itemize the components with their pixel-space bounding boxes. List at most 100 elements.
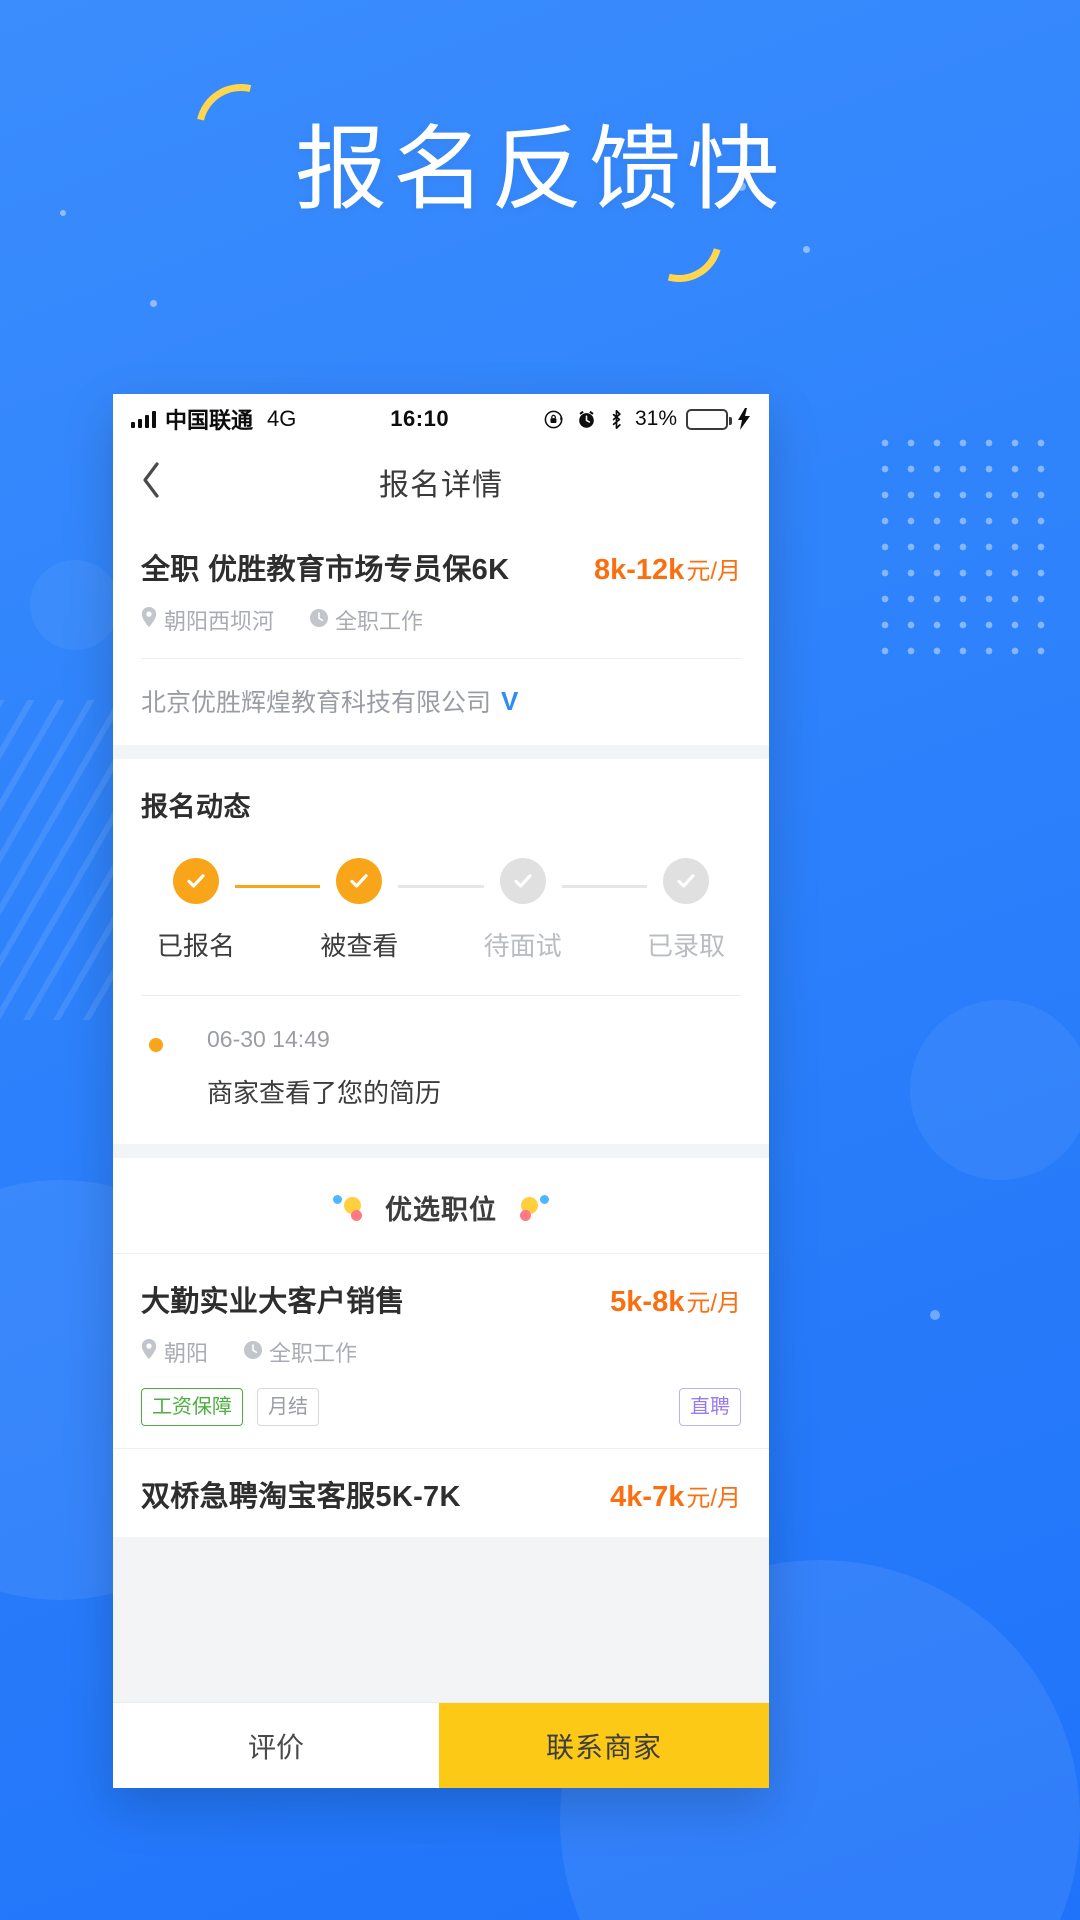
list-item[interactable]: 大勤实业大客户销售 5k-8k元/月 朝阳 全职工作 工资保障 月结 直聘	[113, 1253, 769, 1448]
job-meta: 朝阳西坝河 全职工作	[141, 604, 741, 636]
recommended-jobs-card: 优选职位 大勤实业大客户销售 5k-8k元/月 朝阳 全职工作 工资保障 月结 …	[113, 1158, 769, 1537]
carrier-label: 中国联通	[165, 408, 254, 433]
stepper-nodes: 已报名 被查看 待面试 已录取	[157, 858, 725, 963]
bluetooth-icon	[607, 408, 626, 431]
recommended-header: 优选职位	[113, 1158, 769, 1253]
timeline-timestamp: 06-30 14:49	[207, 1026, 330, 1052]
clock-icon	[244, 1339, 263, 1365]
job-salary-value: 5k-8k	[610, 1286, 685, 1318]
job-salary: 5k-8k元/月	[610, 1283, 741, 1319]
clock-icon	[310, 607, 329, 633]
stepper-step-1: 已报名	[157, 858, 235, 963]
status-bar-right: 31%	[543, 407, 751, 431]
application-progress-card: 报名动态 已报名 被查看 待面试 已录取 06-30 14:49 商家查看了您的…	[113, 759, 769, 1144]
step-check-icon	[499, 858, 546, 904]
section-gap	[113, 1144, 769, 1158]
job-salary-unit: 元/月	[686, 1485, 741, 1512]
job-type-label: 全职工作	[269, 1341, 358, 1366]
decorative-circle	[30, 560, 120, 650]
tag-salary-guarantee: 工资保障	[141, 1388, 243, 1426]
job-location: 朝阳	[141, 1336, 208, 1368]
section-gap	[113, 745, 769, 759]
back-button[interactable]	[113, 461, 189, 504]
battery-icon	[686, 408, 732, 430]
company-row[interactable]: 北京优胜辉煌教育科技有限公司 V	[113, 659, 769, 745]
timeline-dot-icon	[149, 1038, 163, 1052]
job-title-row: 大勤实业大客户销售 5k-8k元/月	[141, 1278, 741, 1320]
company-name: 北京优胜辉煌教育科技有限公司	[141, 689, 492, 717]
job-type-label: 全职工作	[335, 609, 424, 634]
alarm-clock-icon	[575, 408, 598, 431]
job-title: 全职 优胜教育市场专员保6K	[141, 554, 510, 586]
progress-section-title: 报名动态	[141, 792, 251, 822]
stepper-connector-1	[235, 885, 321, 888]
confetti-dots-icon	[333, 1193, 369, 1223]
chevron-left-icon	[140, 461, 162, 504]
step-check-icon	[173, 858, 219, 904]
location-pin-icon	[141, 607, 157, 633]
decorative-dot	[803, 246, 810, 253]
stepper-step-3: 待面试	[484, 858, 562, 963]
job-title-row: 全职 优胜教育市场专员保6K 8k-12k元/月	[141, 546, 741, 588]
rotation-lock-icon	[543, 408, 566, 431]
job-location-label: 朝阳	[164, 1341, 209, 1366]
step-label-3: 待面试	[483, 931, 562, 961]
contact-merchant-button[interactable]: 联系商家	[439, 1703, 769, 1788]
job-header-card[interactable]: 全职 优胜教育市场专员保6K 8k-12k元/月 朝阳西坝河 全职工作 北京优胜…	[113, 520, 769, 745]
stepper-connector-3	[561, 885, 647, 888]
progress-stepper: 已报名 被查看 待面试 已录取	[113, 824, 769, 963]
decorative-dot	[150, 300, 157, 307]
job-tags: 工资保障 月结 直聘	[141, 1388, 741, 1426]
hero-headline: 报名反馈快	[294, 119, 785, 221]
job-salary-unit: 元/月	[686, 1290, 741, 1317]
status-bar-left: 中国联通 4G	[131, 403, 296, 435]
step-check-icon	[336, 858, 383, 904]
status-badge: 直聘	[679, 1388, 741, 1426]
job-header: 全职 优胜教育市场专员保6K 8k-12k元/月 朝阳西坝河 全职工作	[113, 520, 769, 658]
stepper-step-2: 被查看	[320, 858, 398, 963]
stepper-connector-2	[398, 885, 484, 888]
job-location-label: 朝阳西坝河	[164, 609, 275, 634]
job-location: 朝阳西坝河	[141, 604, 274, 636]
signal-bars-icon	[131, 410, 156, 428]
recommended-job-list: 大勤实业大客户销售 5k-8k元/月 朝阳 全职工作 工资保障 月结 直聘 双桥…	[113, 1253, 769, 1537]
job-title: 双桥急聘淘宝客服5K-7K	[141, 1481, 461, 1513]
job-type: 全职工作	[310, 604, 423, 636]
decorative-circle	[910, 1000, 1080, 1180]
battery-percent-label: 31%	[634, 407, 677, 430]
timeline-body: 06-30 14:49 商家查看了您的简历	[181, 1026, 441, 1110]
network-type-label: 4G	[267, 406, 297, 431]
job-meta: 朝阳 全职工作	[141, 1336, 741, 1368]
review-button[interactable]: 评价	[113, 1703, 439, 1788]
job-type: 全职工作	[244, 1336, 357, 1368]
status-bar: 中国联通 4G 16:10 31%	[113, 394, 769, 444]
job-salary: 8k-12k元/月	[594, 551, 741, 587]
recommended-section-title: 优选职位	[385, 1195, 497, 1225]
job-salary-value: 8k-12k	[594, 554, 685, 586]
job-title: 大勤实业大客户销售	[141, 1286, 405, 1318]
job-salary: 4k-7k元/月	[610, 1478, 741, 1514]
bottom-action-bar: 评价 联系商家	[113, 1702, 769, 1788]
step-label-1: 已报名	[157, 931, 236, 961]
step-check-icon	[662, 858, 709, 904]
timeline-text: 商家查看了您的简历	[207, 1078, 442, 1108]
stepper-step-4: 已录取	[647, 858, 725, 963]
decorative-dot	[930, 1310, 940, 1320]
decorative-dot-grid	[872, 430, 1062, 670]
step-label-2: 被查看	[320, 931, 399, 961]
status-bar-clock: 16:10	[390, 406, 450, 431]
charging-bolt-icon	[737, 408, 751, 430]
nav-bar: 报名详情	[113, 444, 769, 520]
list-item[interactable]: 双桥急聘淘宝客服5K-7K 4k-7k元/月	[113, 1448, 769, 1537]
page-title: 报名详情	[379, 469, 503, 502]
phone-mockup: 中国联通 4G 16:10 31% 报名详情 全职 优胜教育市场专员保6K 8k…	[113, 394, 769, 1788]
job-salary-value: 4k-7k	[610, 1481, 685, 1513]
job-title-row: 双桥急聘淘宝客服5K-7K 4k-7k元/月	[141, 1473, 741, 1515]
confetti-dots-icon	[513, 1193, 549, 1223]
timeline-item: 06-30 14:49 商家查看了您的简历	[113, 996, 769, 1144]
step-label-4: 已录取	[646, 931, 725, 961]
tag-monthly-pay: 月结	[257, 1388, 319, 1426]
verified-badge-icon: V	[501, 685, 519, 716]
scroll-content[interactable]: 全职 优胜教育市场专员保6K 8k-12k元/月 朝阳西坝河 全职工作 北京优胜…	[113, 520, 769, 1702]
location-pin-icon	[141, 1339, 157, 1365]
